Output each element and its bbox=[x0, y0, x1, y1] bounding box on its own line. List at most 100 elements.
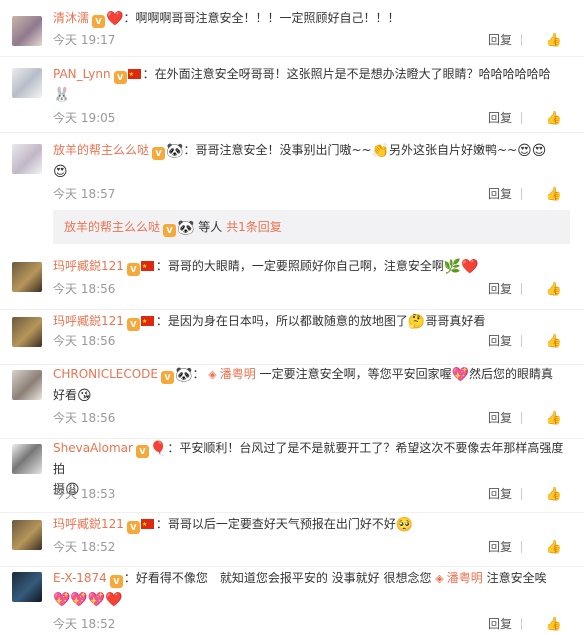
vip-badge-icon: V bbox=[126, 521, 140, 534]
sub-reply-text: 等人 bbox=[198, 220, 223, 234]
reply-button[interactable]: 回复 bbox=[488, 30, 512, 50]
reply-button[interactable]: 回复 bbox=[488, 537, 512, 557]
china-flag-icon bbox=[140, 257, 154, 277]
like-button[interactable]: 👍 bbox=[546, 537, 570, 558]
mention-eye-icon: ◈ bbox=[208, 368, 217, 381]
reply-button[interactable]: 回复 bbox=[488, 279, 512, 299]
comment-username[interactable]: ShevaAlomar bbox=[53, 441, 133, 455]
comment-text-cont: 另外这张自片好嫩鸭~~ bbox=[389, 143, 518, 157]
comment-username[interactable]: 玛呼臧鋭121 bbox=[53, 314, 124, 328]
comment-text-cont: 哥哥真好看 bbox=[425, 314, 486, 328]
comment-item: 放羊的帮主么么哒 V 🐼：哥哥注意安全！没事别出门嗷~~👏另外这张自片好嫩鸭~~😍😍… bbox=[0, 132, 584, 254]
thumbs-up-icon: 👍 bbox=[545, 282, 562, 297]
mention-link[interactable]: 潘粤明 bbox=[447, 571, 483, 585]
like-button[interactable]: 👍 bbox=[546, 484, 570, 505]
vip-badge-icon: V bbox=[135, 445, 149, 458]
like-button[interactable]: 👍 bbox=[546, 408, 570, 429]
like-button[interactable]: 👍 bbox=[546, 331, 570, 352]
avatar[interactable] bbox=[12, 144, 42, 174]
panda-icon: 🐼 bbox=[177, 220, 195, 236]
like-button[interactable]: 👍 bbox=[546, 30, 570, 51]
thinking-icon: 🤔 bbox=[407, 314, 426, 330]
sub-reply-more-link[interactable]: 共1条回复 bbox=[226, 220, 282, 234]
mention-eye-icon: ◈ bbox=[435, 572, 444, 585]
avatar[interactable] bbox=[12, 317, 42, 347]
comment-text: ：在外面注意安全呀哥哥！这张照片是不是想办法瞪大了眼睛？哈哈哈哈哈哈 bbox=[142, 67, 551, 81]
avatar[interactable] bbox=[12, 68, 42, 98]
comment-time: 今天 18:56 bbox=[53, 282, 116, 296]
comment-text: ：哥哥的大眼睛，一定要照顾好你自己啊，注意安全啊 bbox=[155, 259, 444, 273]
reply-button[interactable]: 回复 bbox=[488, 184, 512, 204]
like-button[interactable]: 👍 bbox=[546, 279, 570, 300]
heart-icon: ❤️ bbox=[106, 11, 124, 27]
vip-badge-icon: V bbox=[113, 71, 127, 84]
vip-badge-icon: V bbox=[161, 371, 174, 384]
vip-badge-icon: V bbox=[126, 318, 140, 331]
comment-time: 今天 18:56 bbox=[53, 334, 116, 348]
sub-reply-summary[interactable]: 放羊的帮主么么哒 V 🐼 等人 共1条回复 bbox=[53, 210, 570, 244]
divider bbox=[521, 541, 522, 553]
reply-button[interactable]: 回复 bbox=[488, 408, 512, 428]
comment-text: ：哥哥注意安全！没事别出门嗷~~ bbox=[183, 143, 372, 157]
avatar[interactable] bbox=[12, 16, 42, 46]
avatar[interactable] bbox=[12, 572, 42, 602]
avatar[interactable] bbox=[12, 370, 42, 400]
divider bbox=[521, 283, 522, 295]
reply-button[interactable]: 回复 bbox=[488, 108, 512, 128]
comment-item: PAN_LynnV ：在外面注意安全呀哥哥！这张照片是不是想办法瞪大了眼睛？哈哈哈… bbox=[0, 56, 584, 133]
comment-time: 今天 18:57 bbox=[53, 187, 116, 201]
comment-time: 今天 18:53 bbox=[53, 487, 116, 501]
heart-eyes-icon: 😍😍 bbox=[517, 143, 547, 159]
divider bbox=[521, 188, 522, 200]
comment-text: ：好看得不像您 就知道您会报平安的 没事就好 很想念您 bbox=[123, 571, 432, 585]
vip-badge-icon: V bbox=[92, 15, 106, 28]
thumbs-up-icon: 👍 bbox=[545, 617, 562, 632]
vip-badge-icon: V bbox=[163, 224, 177, 237]
comment-item: 玛呼臧鋭121V ：是因为身在日本吗，所以都敢随意的放地图了🤔哥哥真好看 今天 1… bbox=[0, 309, 584, 365]
like-button[interactable]: 👍 bbox=[546, 614, 570, 635]
comment-text-cont3: 好看 bbox=[53, 388, 78, 402]
divider bbox=[521, 618, 522, 630]
comment-username[interactable]: 玛呼臧鋭121 bbox=[53, 259, 124, 273]
divider bbox=[521, 335, 522, 347]
avatar[interactable] bbox=[12, 520, 42, 550]
comment-text: ： bbox=[192, 367, 205, 381]
comment-item: E-X-1874 V ：好看得不像您 就知道您会报平安的 没事就好 很想念您 ◈ 潘粤… bbox=[0, 566, 584, 634]
leaf-heart-icon: 🌿❤️ bbox=[443, 259, 479, 275]
comment-item: CHRONICLECODE V 🐼： ◈ 潘粤明 一定要注意安全啊，等您平安回家喔💖然… bbox=[0, 364, 584, 439]
vip-badge-icon: V bbox=[126, 263, 140, 276]
avatar[interactable] bbox=[12, 262, 42, 292]
comment-username[interactable]: CHRONICLECODE bbox=[53, 367, 158, 381]
panda-icon: 🐼 bbox=[166, 143, 184, 159]
reply-button[interactable]: 回复 bbox=[488, 614, 512, 634]
sub-reply-username[interactable]: 放羊的帮主么么哒 bbox=[64, 220, 160, 234]
reply-button[interactable]: 回复 bbox=[488, 484, 512, 504]
reply-button[interactable]: 回复 bbox=[488, 331, 512, 351]
comment-text: ：哥哥以后一定要查好天气预报在出门好不好 bbox=[155, 517, 396, 531]
comment-username[interactable]: 放羊的帮主么么哒 bbox=[53, 143, 149, 157]
comment-time: 今天 19:05 bbox=[53, 111, 116, 125]
comment-username[interactable]: 清沐濡 bbox=[53, 11, 89, 25]
comment-text-cont2: 然后您的眼睛真 bbox=[469, 367, 554, 381]
avatar[interactable] bbox=[12, 444, 42, 474]
divider bbox=[521, 488, 522, 500]
mention-link[interactable]: 潘粤明 bbox=[220, 367, 256, 381]
comment-username[interactable]: E-X-1874 bbox=[53, 571, 107, 585]
thumbs-up-icon: 👍 bbox=[545, 411, 562, 426]
panda-icon: 🐼 bbox=[175, 367, 193, 383]
comment-username[interactable]: 玛呼臧鋭121 bbox=[53, 517, 124, 531]
divider bbox=[521, 112, 522, 124]
like-button[interactable]: 👍 bbox=[546, 108, 570, 129]
comment-item: 清沐濡 V ❤️：啊啊啊哥哥注意安全！！！一定照顾好自己！！！ 今天 19:17 回… bbox=[0, 0, 584, 57]
comment-username[interactable]: PAN_Lynn bbox=[53, 67, 111, 81]
comment-text-cont: 注意安全唉 bbox=[482, 571, 547, 585]
comment-text: ：啊啊啊哥哥注意安全！！！一定照顾好自己！！！ bbox=[123, 11, 400, 25]
like-button[interactable]: 👍 bbox=[546, 184, 570, 205]
rabbit-icon: 🐰 bbox=[53, 87, 71, 103]
comment-item: 玛呼臧鋭121V ：哥哥以后一定要查好天气预报在出门好不好🥺 今天 18:52 回… bbox=[0, 512, 584, 567]
divider bbox=[521, 412, 522, 424]
comment-text-cont: 一定要注意安全啊，等您平安回家喔 bbox=[255, 367, 452, 381]
thumbs-up-icon: 👍 bbox=[545, 540, 562, 555]
clap-icon: 👏 bbox=[371, 143, 390, 159]
pleading-icon: 🥺 bbox=[395, 517, 414, 533]
